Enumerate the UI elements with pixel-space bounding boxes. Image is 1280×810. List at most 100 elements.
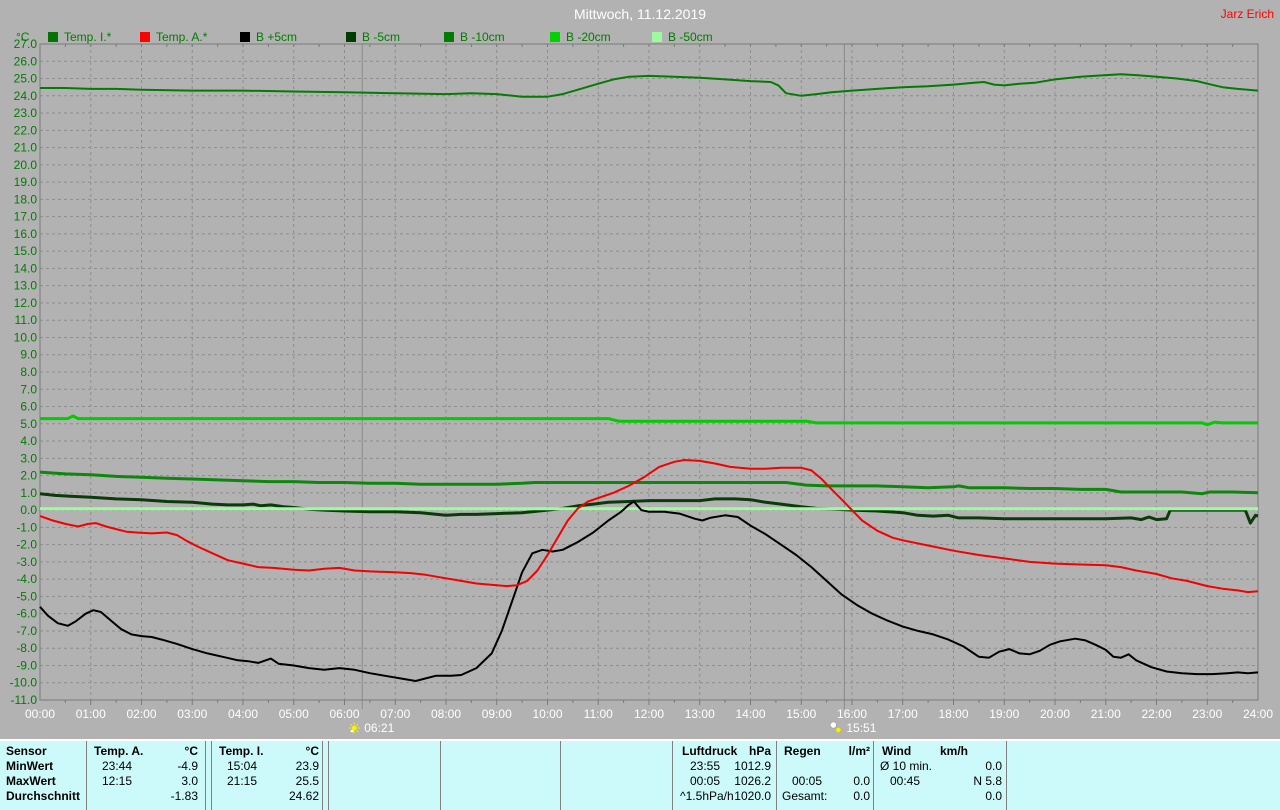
- y-tick-label: -8.0: [16, 641, 37, 655]
- y-tick-label: 12.0: [14, 296, 38, 310]
- y-tick-label: -5.0: [16, 589, 37, 603]
- group-time: Ø 10 min.: [880, 759, 933, 773]
- y-tick-label: -7.0: [16, 624, 37, 638]
- y-tick-label: 25.0: [14, 72, 38, 86]
- sunset-sun: [835, 727, 842, 733]
- group-header: Wind: [882, 744, 912, 758]
- panel-separator: [873, 741, 874, 810]
- x-tick-label: 11:00: [584, 707, 613, 721]
- panel-separator: [205, 741, 206, 810]
- weather-chart-window: Mittwoch, 11.12.2019 Jarz Erich °C Temp.…: [0, 0, 1280, 810]
- sunset-moon: [829, 721, 837, 729]
- y-tick-label: 9.0: [20, 348, 37, 362]
- panel-separator: [86, 741, 87, 810]
- panel-separator: [328, 741, 329, 810]
- sunrise-ray: [356, 723, 359, 726]
- group-value: 1026.2: [734, 774, 771, 788]
- group-unit: hPa: [748, 744, 771, 758]
- y-tick-label: 13.0: [14, 279, 38, 293]
- y-tick-label: 24.0: [14, 89, 38, 103]
- sun-time-label: 06:21: [364, 721, 394, 735]
- x-tick-label: 18:00: [938, 707, 968, 721]
- temperature-chart: -11.0 -10.0 -9.0 -8.0 -7.0 -6.0 -5.0 -4.0 -3.0 -2…: [10, 37, 1274, 735]
- x-tick-label: 22:00: [1141, 707, 1171, 721]
- y-tick-label: -4.0: [16, 572, 37, 586]
- group-time: 00:45: [890, 774, 921, 788]
- panel-separator: [211, 741, 212, 810]
- y-tick-label: 7.0: [20, 382, 37, 396]
- group-value: 1020.0: [734, 789, 771, 803]
- group-time: 23:44: [102, 759, 133, 773]
- x-tick-label: 16:00: [837, 707, 867, 721]
- x-tick-label: 12:00: [634, 707, 664, 721]
- sunrise-ray: [356, 730, 359, 733]
- y-tick-label: -6.0: [16, 607, 37, 621]
- panel-separator: [1006, 741, 1007, 810]
- sunrise-glint: [350, 729, 354, 733]
- row-label: Sensor: [6, 744, 47, 758]
- x-tick-label: 21:00: [1091, 707, 1121, 721]
- group-header: Temp. I.: [219, 744, 264, 758]
- group-time: 21:15: [227, 774, 258, 788]
- x-tick-label: 03:00: [177, 707, 207, 721]
- y-tick-label: 10.0: [14, 330, 38, 344]
- group-header: Temp. A.: [94, 744, 144, 758]
- y-tick-label: 14.0: [14, 261, 38, 275]
- group-time: 23:55: [690, 759, 721, 773]
- group-value: 3.0: [181, 774, 198, 788]
- group-unit: °C: [184, 744, 198, 758]
- y-tick-label: 26.0: [14, 54, 38, 68]
- y-tick-label: 16.0: [14, 227, 38, 241]
- group-value: 25.5: [295, 774, 319, 788]
- y-tick-label: 27.0: [14, 37, 38, 51]
- y-tick-label: 6.0: [20, 400, 37, 414]
- y-tick-label: 20.0: [14, 158, 38, 172]
- x-tick-label: 13:00: [685, 707, 715, 721]
- group-time: 12:15: [102, 774, 133, 788]
- y-tick-label: -9.0: [16, 658, 37, 672]
- y-tick-label: 0.0: [20, 503, 37, 517]
- y-tick-label: -10.0: [10, 676, 38, 690]
- group-value: -4.9: [177, 759, 198, 773]
- group-unit: km/h: [939, 744, 968, 758]
- panel-separator: [440, 741, 441, 810]
- summary-panel: Sensor MinWert MaxWert Durchschnitt Temp. A.…: [0, 739, 1280, 810]
- y-tick-label: 18.0: [14, 192, 38, 206]
- group-unit: °C: [305, 744, 319, 758]
- row-label: MinWert: [6, 759, 54, 773]
- y-tick-label: 3.0: [20, 451, 37, 465]
- y-tick-label: -2.0: [16, 538, 37, 552]
- x-tick-label: 00:00: [25, 707, 55, 721]
- x-tick-label: 24:00: [1243, 707, 1273, 721]
- panel-separator: [322, 741, 323, 810]
- y-tick-label: 21.0: [14, 141, 38, 155]
- x-tick-label: 08:00: [431, 707, 461, 721]
- group-value: 0.0: [985, 759, 1002, 773]
- y-tick-label: 4.0: [20, 434, 37, 448]
- y-tick-label: 15.0: [14, 244, 38, 258]
- sun-time-label: 15:51: [846, 721, 876, 735]
- panel-separator: [560, 741, 561, 810]
- group-time: Gesamt:: [782, 789, 828, 803]
- y-tick-label: -11.0: [11, 693, 38, 707]
- y-tick-label: 17.0: [14, 210, 38, 224]
- x-tick-label: 15:00: [786, 707, 816, 721]
- sunrise-ray: [350, 723, 353, 726]
- x-tick-label: 06:00: [329, 707, 359, 721]
- y-tick-label: 5.0: [20, 417, 37, 431]
- y-tick-label: 22.0: [14, 123, 38, 137]
- y-tick-label: 1.0: [20, 486, 37, 500]
- group-unit: l/m²: [848, 744, 870, 758]
- x-tick-label: 19:00: [989, 707, 1019, 721]
- x-tick-label: 07:00: [380, 707, 410, 721]
- group-value: -1.83: [170, 789, 198, 803]
- panel-separator: [672, 741, 673, 810]
- group-time: 00:05: [690, 774, 721, 788]
- x-tick-label: 04:00: [228, 707, 258, 721]
- group-value: 24.62: [288, 789, 319, 803]
- x-tick-label: 20:00: [1040, 707, 1070, 721]
- group-time: 15:04: [227, 759, 258, 773]
- group-value: 0.0: [853, 789, 870, 803]
- x-tick-label: 09:00: [482, 707, 512, 721]
- group-value: 23.9: [295, 759, 319, 773]
